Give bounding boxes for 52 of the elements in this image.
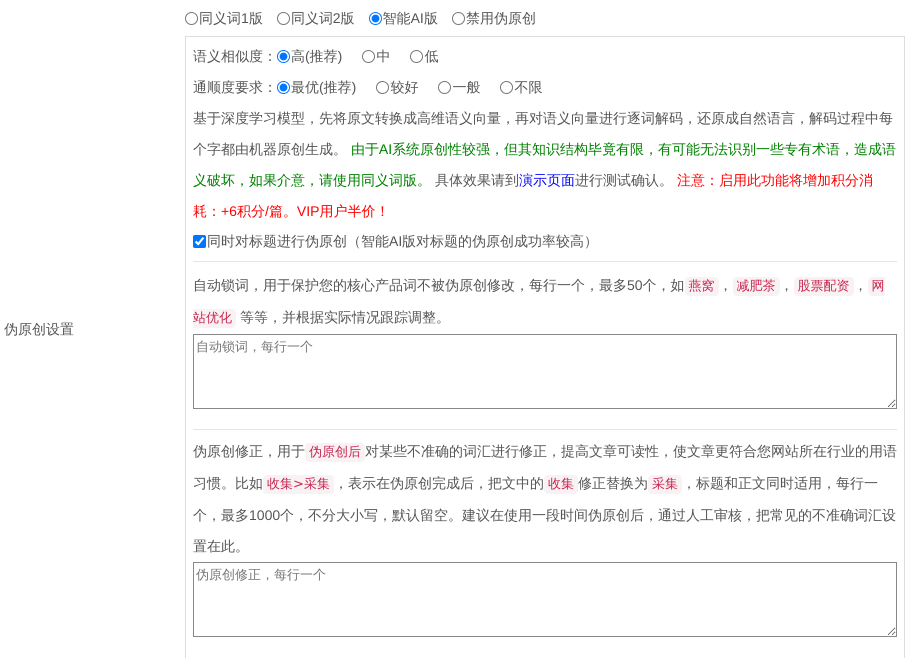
correction-field[interactable]: 伪原创修正，每行一个 [193, 562, 897, 637]
radio-label: 不限 [514, 78, 542, 97]
field-label: 语义相似度： [193, 47, 277, 66]
radio-button[interactable] [277, 50, 290, 63]
correction-description: 伪原创修正，用于 伪原创后 对某些不准确的词汇进行修正，提高文章可读性，使文章更符合您网站所在行业的用语习惯。比如 收集>采集 ，表示在伪原创完成后，把文中的 收集 修正替换为 采集 ，标题和正文同时适用，每行一个，最多1000个，不分大小写，默认留空。建议在使用一段时间伪原创后，通过人工审核，把常见的不准确词汇设置在此。 [193, 442, 897, 556]
code-keyword: 收集>采集 [263, 475, 334, 494]
radio-button[interactable] [368, 12, 382, 24]
radio-button[interactable] [276, 12, 290, 24]
radio-label: 低 [424, 47, 438, 66]
radio-option[interactable]: 一般 [438, 77, 480, 98]
radio-label: 智能AI版 [382, 8, 438, 28]
code-keyword: 燕窝 [684, 277, 719, 296]
radio-button[interactable] [376, 81, 390, 94]
radio-label: 同义词2版 [290, 8, 355, 28]
demo-page-link[interactable]: 演示页面 [518, 172, 575, 188]
radio-label: 较好 [390, 78, 418, 97]
radio-label: 同义词1版 [199, 8, 263, 28]
radio-option[interactable]: 高(推荐) [277, 46, 342, 67]
title-option[interactable]: 同时对标题进行伪原创（智能AI版对标题的伪原创成功率较高） [193, 227, 897, 255]
radio-label: 中 [376, 47, 390, 66]
radio-option[interactable]: 同义词2版 [276, 8, 355, 28]
code-keyword: 减肥茶 [732, 277, 780, 296]
radio-option[interactable]: 禁用伪原创 [452, 8, 536, 28]
radio-option[interactable]: 较好 [376, 77, 418, 98]
field-label: 通顺度要求： [193, 78, 277, 97]
checkbox[interactable] [193, 234, 206, 248]
code-keyword: 股票配资 [794, 277, 854, 296]
radio-button[interactable] [277, 81, 290, 94]
description-text: 基于深度学习模型，先将原文转换成高维语义向量，再对语义向量进行逐词解码，还原成自然语言，解码过程中每个字都由机器原创生成。 由于AI系统原创性较强，但其知识结构毕竟有限，有可能无法识别一些专有术语，造成语义破坏，如果介意，请使用同义词版。 具体效果请到演示页面进行测试确认。 注意：启用此功能将增加积分消耗：+6积分/篇。VIP用户半价！ [193, 109, 897, 221]
radio-label: 高(推荐) [291, 47, 342, 66]
radio-button[interactable] [362, 50, 376, 63]
radio-label: 禁用伪原创 [466, 8, 536, 28]
radio-label: 最优(推荐) [291, 78, 356, 97]
code-keyword: 伪原创后 [305, 443, 365, 462]
lock-words-description: 自动锁词，用于保护您的核心产品词不被伪原创修改，每行一个，最多50个，如 燕窝 ， 减肥茶 ， 股票配资 ， 网站优化 等等，并根据实际情况跟踪调整。 [193, 276, 886, 330]
radio-option[interactable]: 最优(推荐) [277, 77, 356, 98]
radio-option[interactable]: 智能AI版 [368, 8, 438, 28]
section-label: 伪原创设置 [3, 320, 74, 338]
radio-option[interactable]: 低 [410, 46, 438, 67]
radio-button[interactable] [500, 81, 514, 94]
code-keyword: 收集 [544, 475, 578, 494]
radio-button[interactable] [438, 81, 452, 94]
checkbox-label: 同时对标题进行伪原创（智能AI版对标题的伪原创成功率较高） [207, 232, 598, 250]
radio-option[interactable]: 不限 [500, 77, 542, 98]
radio-label: 一般 [452, 78, 480, 97]
radio-option[interactable]: 同义词1版 [185, 8, 263, 28]
radio-option[interactable]: 中 [362, 46, 390, 67]
lock-words-field[interactable]: 自动锁词，每行一个 [193, 334, 897, 409]
code-keyword: 采集 [648, 475, 682, 494]
radio-button[interactable] [185, 12, 198, 24]
radio-button[interactable] [410, 50, 424, 63]
radio-button[interactable] [452, 12, 465, 24]
